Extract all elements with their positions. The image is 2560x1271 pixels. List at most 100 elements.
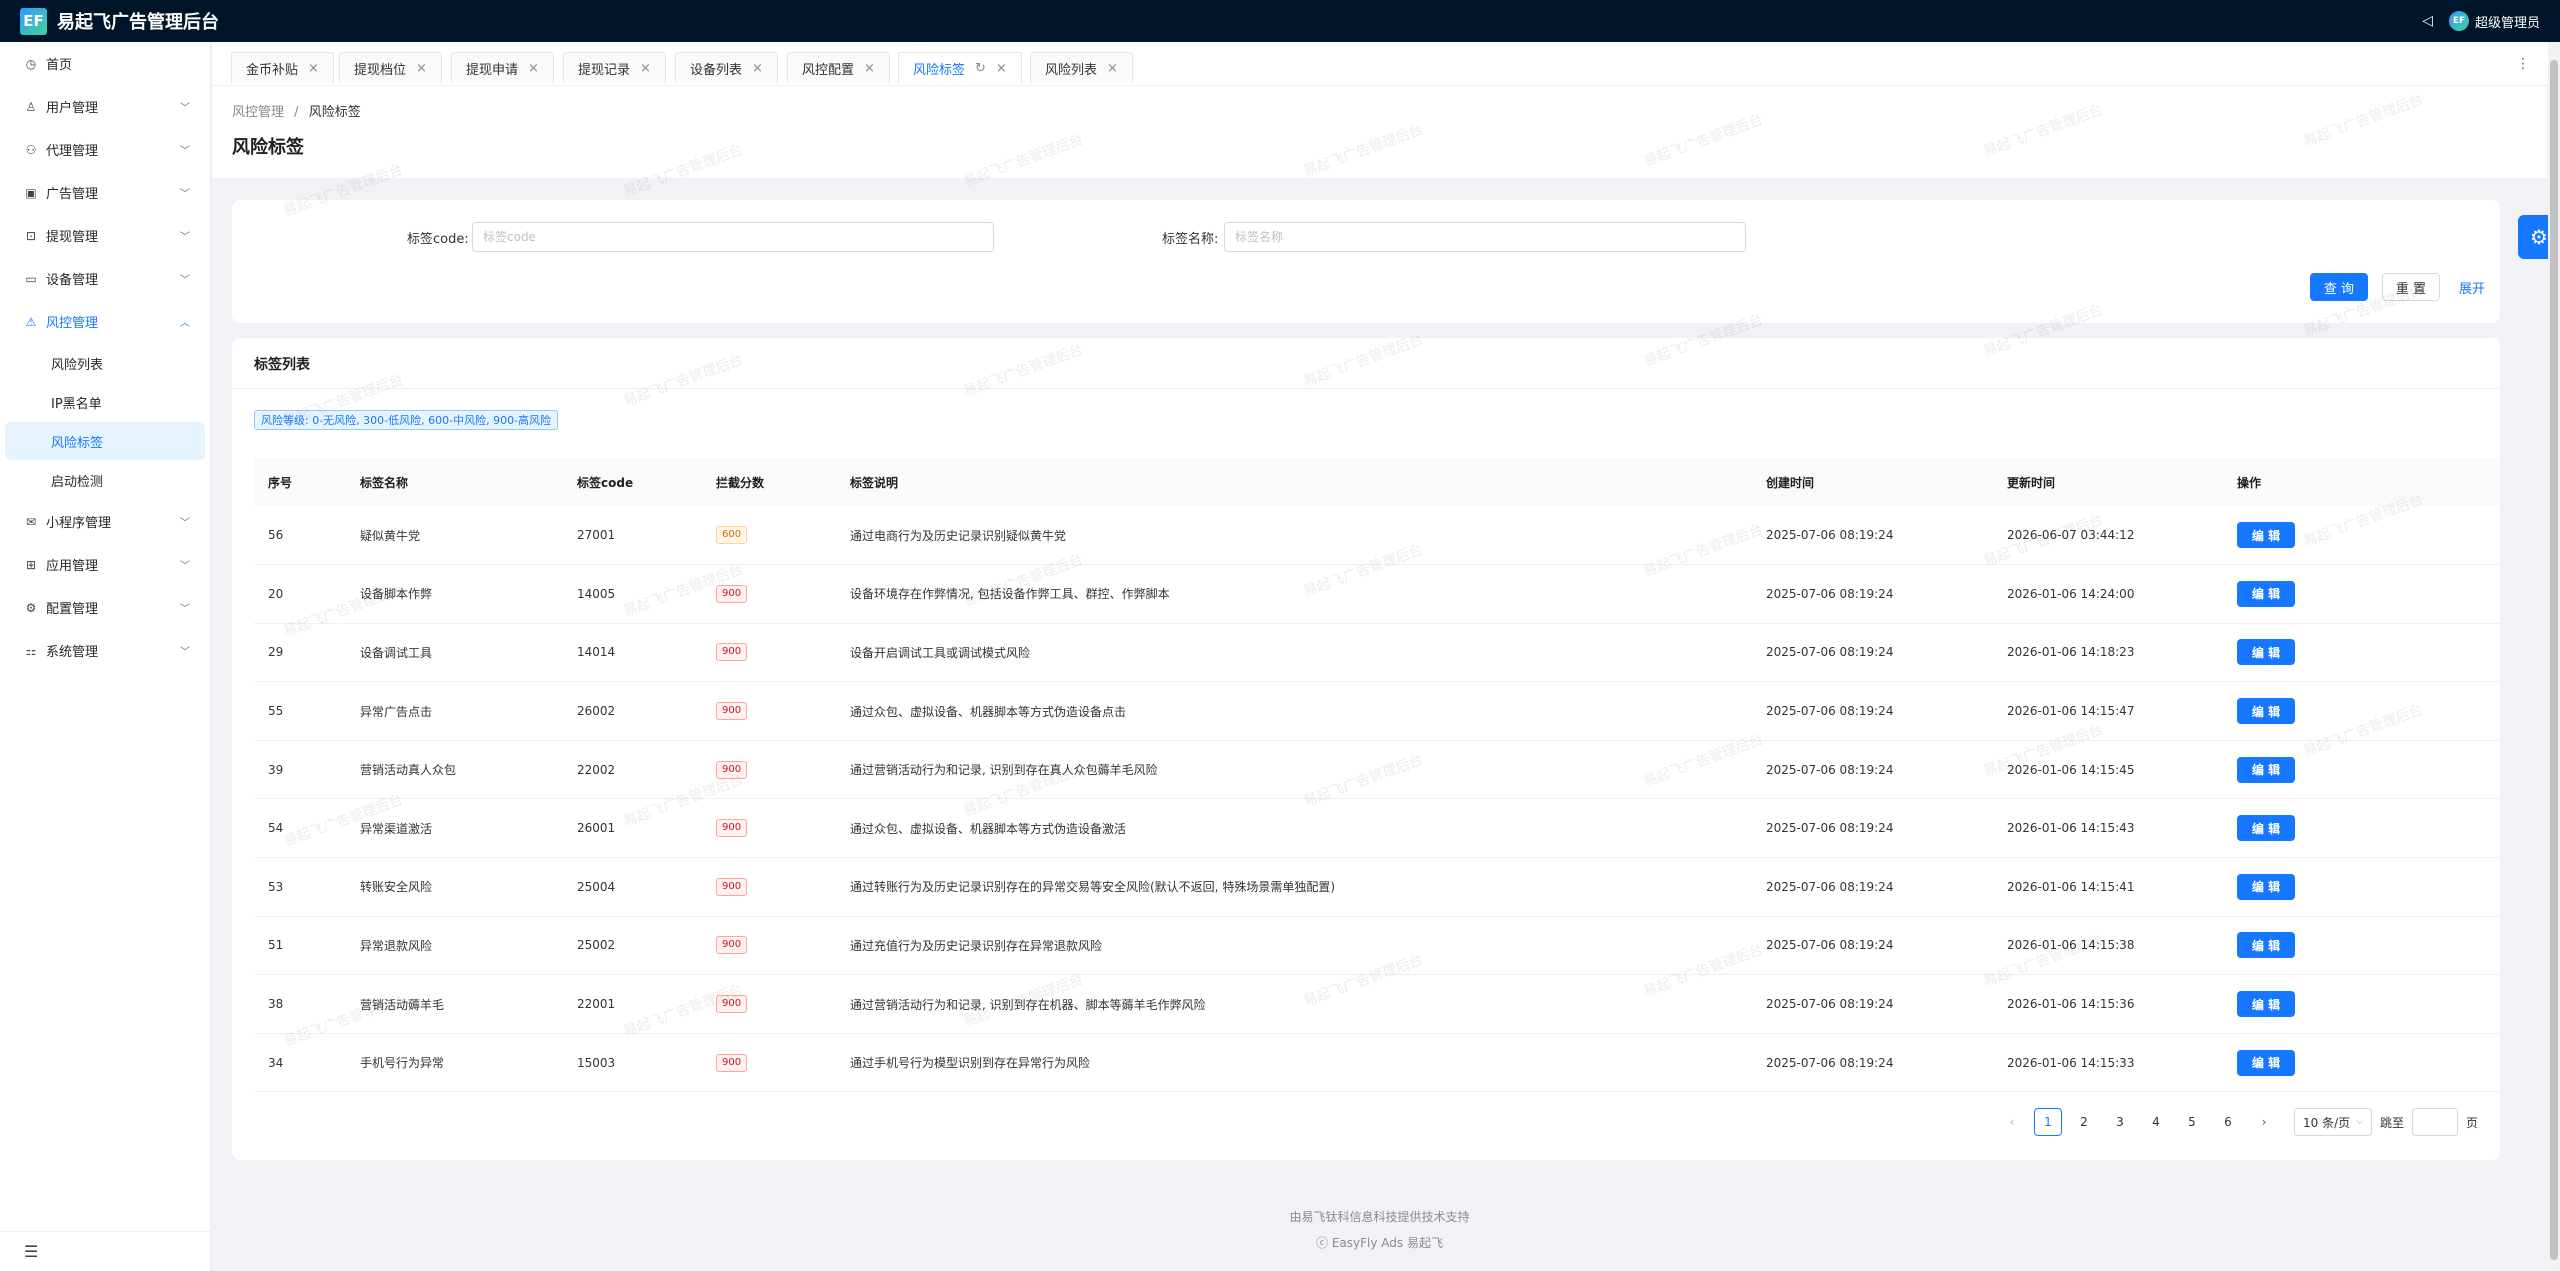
chevron-down-icon: ﹀: [180, 232, 190, 243]
tab-item[interactable]: 提现记录 ×: [563, 52, 666, 83]
header-actions: ◁ EF 超级管理员: [2422, 11, 2540, 31]
edit-button[interactable]: 编 辑: [2237, 698, 2295, 725]
jump-page-input[interactable]: [2411, 1108, 2458, 1136]
tab-item[interactable]: 提现档位 ×: [339, 52, 442, 83]
sidebar-item[interactable]: ▭ 设备管理 ﹀: [0, 257, 210, 300]
table-row: 29 设备调试工具 14014 900 设备开启调试工具或调试模式风险 2025-07-0…: [254, 623, 2500, 682]
prev-page-icon[interactable]: ‹: [1998, 1108, 2026, 1136]
sidebar-subitem[interactable]: 风险标签: [5, 422, 205, 460]
tag-name: 营销活动薅羊毛: [360, 997, 445, 1012]
tab-item[interactable]: 风险标签 ↻ ×: [898, 52, 1022, 83]
created-time: 2025-07-06 08:19:24: [1766, 879, 1894, 894]
sidebar-item-label: 小程序管理: [46, 516, 112, 531]
close-icon[interactable]: ×: [528, 61, 539, 76]
sidebar-item[interactable]: ▣ 广告管理 ﹀: [0, 171, 210, 214]
close-icon[interactable]: ×: [752, 61, 763, 76]
config-icon: ⚙: [25, 600, 37, 615]
page-number[interactable]: 5: [2178, 1108, 2206, 1136]
page-number[interactable]: 3: [2106, 1108, 2134, 1136]
page-number[interactable]: 6: [2214, 1108, 2242, 1136]
sidebar-item-label: 广告管理: [46, 187, 99, 202]
sidebar-item-label: 应用管理: [46, 559, 99, 574]
edit-button[interactable]: 编 辑: [2237, 522, 2295, 549]
breadcrumb-current: 风险标签: [308, 105, 361, 120]
edit-button[interactable]: 编 辑: [2237, 756, 2295, 783]
edit-button[interactable]: 编 辑: [2237, 991, 2295, 1018]
column-header: 标签code: [577, 475, 634, 490]
edit-button[interactable]: 编 辑: [2237, 580, 2295, 607]
close-icon[interactable]: ×: [996, 61, 1007, 76]
sidebar-item[interactable]: ⚇ 代理管理 ﹀: [0, 128, 210, 171]
breadcrumb-separator: /: [294, 105, 299, 120]
page-number[interactable]: 4: [2142, 1108, 2170, 1136]
sidebar-item[interactable]: ⚠ 风控管理 ︿: [0, 300, 210, 343]
edit-button[interactable]: 编 辑: [2237, 639, 2295, 666]
dashboard-icon: ◷: [25, 56, 37, 71]
page-size-select[interactable]: 10 条/页 ⌵: [2294, 1108, 2372, 1136]
updated-time: 2026-01-06 14:15:47: [2007, 704, 2135, 719]
tab-item[interactable]: 金币补贴 ×: [231, 52, 334, 83]
more-icon[interactable]: ⋮: [2516, 56, 2530, 72]
page-size-value: 10 条/页: [2303, 1115, 2351, 1130]
tab-bar: 金币补贴 × 提现档位 × 提现申请 × 提现记录 × 设备列表 × 风控配置 × 风险标签 ↻ × 风险列表…: [212, 42, 2560, 86]
notification-icon[interactable]: ◁: [2422, 13, 2433, 29]
tab-item[interactable]: 风险列表 ×: [1030, 52, 1133, 83]
sidebar-item[interactable]: ⚏ 系统管理 ﹀: [0, 629, 210, 672]
tab-label: 提现记录: [578, 62, 631, 78]
sidebar-item[interactable]: ⚙ 配置管理 ﹀: [0, 586, 210, 629]
close-icon[interactable]: ×: [1107, 61, 1118, 76]
next-page-icon[interactable]: ›: [2250, 1108, 2278, 1136]
table-row: 55 异常广告点击 26002 900 通过众包、虚拟设备、机器脚本等方式伪造设备点击 2…: [254, 682, 2500, 741]
reload-icon[interactable]: ↻: [975, 61, 986, 76]
table-row: 56 疑似黄牛党 27001 600 通过电商行为及历史记录识别疑似黄牛党 2025-07…: [254, 506, 2500, 565]
scrollbar-thumb[interactable]: [2550, 60, 2558, 1260]
footer-brand: ⓒ EasyFly Ads 易起飞: [1316, 1236, 1443, 1250]
edit-button[interactable]: 编 辑: [2237, 1049, 2295, 1076]
action-cell: 编 辑: [2223, 682, 2500, 741]
sidebar-item[interactable]: ◷ 首页: [0, 42, 210, 85]
close-icon[interactable]: ×: [864, 61, 875, 76]
tag-code: 14005: [577, 586, 616, 601]
close-icon[interactable]: ×: [308, 61, 319, 76]
reset-button[interactable]: 重 置: [2382, 273, 2440, 301]
sidebar-item[interactable]: ✉ 小程序管理 ﹀: [0, 500, 210, 543]
sidebar-item[interactable]: ♙ 用户管理 ﹀: [0, 85, 210, 128]
action-cell: 编 辑: [2223, 623, 2500, 682]
page-number[interactable]: 2: [2070, 1108, 2098, 1136]
tab-item[interactable]: 风控配置 ×: [787, 52, 890, 83]
score-cell: 900: [702, 975, 836, 1034]
close-icon[interactable]: ×: [416, 61, 427, 76]
chevron-down-icon: ﹀: [180, 518, 190, 529]
edit-button[interactable]: 编 辑: [2237, 932, 2295, 959]
withdraw-icon: ⊡: [25, 228, 37, 243]
tab-item[interactable]: 设备列表 ×: [675, 52, 778, 83]
action-cell: 编 辑: [2223, 740, 2500, 799]
page-number[interactable]: 1: [2034, 1108, 2062, 1136]
close-icon[interactable]: ×: [640, 61, 651, 76]
edit-button[interactable]: 编 辑: [2237, 815, 2295, 842]
sidebar-subitem[interactable]: IP黑名单: [5, 383, 205, 421]
sidebar-subitem[interactable]: 启动检测: [5, 461, 205, 499]
tab-item[interactable]: 提现申请 ×: [451, 52, 554, 83]
expand-link[interactable]: 展开: [2452, 273, 2492, 301]
collapse-menu-icon[interactable]: ☰: [0, 1231, 210, 1271]
score-badge: 900: [716, 702, 748, 721]
table-row: 20 设备脚本作弊 14005 900 设备环境存在作弊情况, 包括设备作弊工具、群控、…: [254, 565, 2500, 624]
query-button[interactable]: 查 询: [2310, 273, 2368, 301]
breadcrumb-parent[interactable]: 风控管理: [232, 105, 284, 120]
sidebar-subitem[interactable]: 风险列表: [5, 344, 205, 382]
updated-time: 2026-01-06 14:15:45: [2007, 762, 2135, 777]
tag-name-input[interactable]: [1224, 222, 1746, 252]
chevron-down-icon: ﹀: [180, 146, 190, 157]
tag-code-input[interactable]: [472, 222, 994, 252]
chevron-down-icon: ﹀: [180, 103, 190, 114]
edit-button[interactable]: 编 辑: [2237, 873, 2295, 900]
tag-code: 15003: [577, 1055, 616, 1070]
warning-icon: ⚠: [25, 314, 37, 329]
app-logo: EF: [20, 7, 47, 35]
sidebar-item[interactable]: ⊞ 应用管理 ﹀: [0, 543, 210, 586]
user-menu[interactable]: EF 超级管理员: [2448, 11, 2540, 31]
sidebar-item[interactable]: ⊡ 提现管理 ﹀: [0, 214, 210, 257]
created-time: 2025-07-06 08:19:24: [1766, 762, 1894, 777]
table-row: 54 异常渠道激活 26001 900 通过众包、虚拟设备、机器脚本等方式伪造设备激活 2…: [254, 799, 2500, 858]
